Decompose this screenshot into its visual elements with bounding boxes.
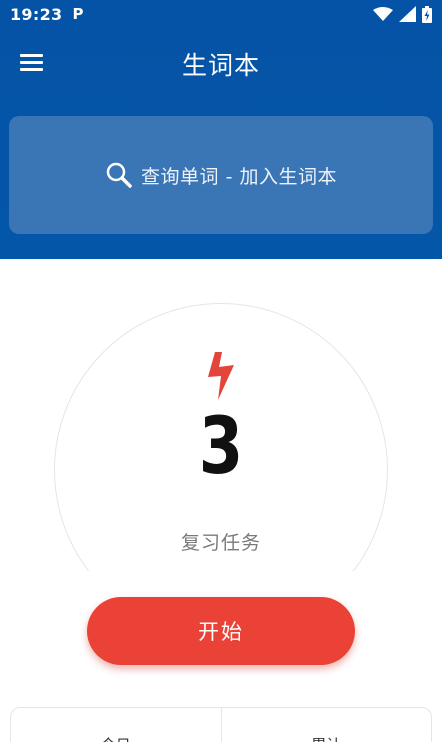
tab-total-label: 累计 <box>311 734 341 742</box>
wifi-icon <box>373 6 393 21</box>
search-icon <box>106 162 132 188</box>
tab-today[interactable]: 今日 <box>11 708 221 742</box>
battery-icon <box>422 5 432 23</box>
signal-icon <box>399 6 416 22</box>
start-button-label: 开始 <box>198 620 244 644</box>
tab-total[interactable]: 累计 <box>222 708 432 742</box>
start-button[interactable]: 开始 <box>87 597 355 665</box>
app-screen: 19:23 P 生词本 查询单词 - 加入生词本 3 复习任务 开始 <box>0 0 442 742</box>
review-label: 复习任务 <box>180 532 261 554</box>
search-placeholder: 查询单词 - 加入生词本 <box>141 165 337 188</box>
notification-icon: P <box>72 5 84 23</box>
search-bar[interactable]: 查询单词 - 加入生词本 <box>9 116 433 234</box>
lightning-icon <box>208 352 234 400</box>
stats-card: 今日 累计 <box>10 707 432 742</box>
status-icons <box>373 5 432 23</box>
review-count: 3 <box>198 402 244 492</box>
page-title: 生词本 <box>181 51 260 80</box>
status-time: 19:23 <box>10 4 63 24</box>
header: 生词本 查询单词 - 加入生词本 <box>0 28 442 259</box>
tab-today-label: 今日 <box>101 734 131 742</box>
status-bar: 19:23 P <box>0 0 442 28</box>
